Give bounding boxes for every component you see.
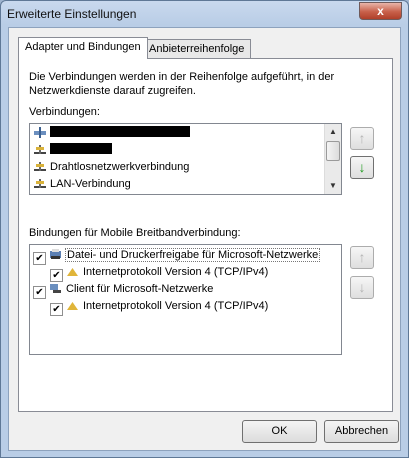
window-title: Erweiterte Einstellungen (7, 7, 137, 21)
connection-move-down-button[interactable]: ↓ (350, 156, 374, 179)
network-adapter-icon (34, 162, 46, 171)
tab-adapter-und-bindungen[interactable]: Adapter und Bindungen (18, 37, 148, 59)
connection-label: LAN-Verbindung (50, 178, 131, 190)
binding-label: Internetprotokoll Version 4 (TCP/IPv4) (83, 300, 269, 312)
tab-label: Anbieterreihenfolge (149, 43, 245, 55)
protocol-icon (67, 268, 78, 276)
ok-button-label: OK (271, 425, 288, 437)
connections-scrollbar[interactable]: ▲ ▼ (324, 124, 341, 194)
arrow-down-icon: ↓ (358, 159, 366, 175)
close-icon: x (377, 4, 384, 18)
binding-move-down-button[interactable]: ↓ (350, 276, 374, 299)
redacted-connection-name (50, 126, 190, 137)
connection-label: Drahtlosnetzwerkverbindung (50, 161, 190, 173)
file-printer-sharing-icon (50, 249, 61, 259)
list-item[interactable]: ✔ Internetprotokoll Version 4 (TCP/IPv4) (50, 298, 269, 316)
close-button[interactable]: x (359, 2, 402, 20)
arrow-up-icon: ↑ (358, 130, 366, 146)
dialog-client-area: Adapter und Bindungen Anbieterreihenfolg… (8, 27, 401, 451)
connections-label: Verbindungen: (29, 106, 100, 118)
connection-move-up-button[interactable]: ↑ (350, 127, 374, 150)
binding-label: Client für Microsoft-Netzwerke (66, 283, 214, 295)
dialog-window: Erweiterte Einstellungen x Adapter und B… (0, 0, 409, 458)
list-item[interactable] (33, 125, 190, 142)
tab-panel: Die Verbindungen werden in der Reihenfol… (18, 58, 393, 412)
cancel-button-label: Abbrechen (334, 425, 389, 437)
network-adapter-icon (34, 179, 46, 188)
list-item[interactable]: ✔ Datei- und Druckerfreigabe für Microsof… (33, 247, 321, 265)
binding-checkbox[interactable]: ✔ (33, 252, 46, 265)
cancel-button[interactable]: Abbrechen (324, 420, 399, 443)
binding-move-up-button[interactable]: ↑ (350, 246, 374, 269)
list-item[interactable]: Drahtlosnetzwerkverbindung (33, 159, 189, 176)
scroll-thumb[interactable] (326, 141, 340, 161)
bindings-list[interactable]: ✔ Datei- und Druckerfreigabe für Microsof… (29, 244, 342, 355)
connections-list[interactable]: Drahtlosnetzwerkverbindung LAN-Verbindun… (29, 123, 342, 195)
arrow-up-icon: ↑ (358, 249, 366, 265)
arrow-down-icon: ↓ (358, 279, 366, 295)
binding-checkbox[interactable]: ✔ (50, 303, 63, 316)
tab-label: Adapter und Bindungen (25, 41, 141, 53)
ok-button[interactable]: OK (242, 420, 317, 443)
network-client-icon (50, 284, 61, 293)
list-item[interactable]: LAN-Verbindung (33, 176, 131, 193)
network-adapter-icon (34, 127, 46, 138)
tab-anbieterreihenfolge[interactable]: Anbieterreihenfolge (142, 39, 252, 59)
binding-checkbox[interactable]: ✔ (33, 286, 46, 299)
list-item[interactable]: ✔ Client für Microsoft-Netzwerke (33, 281, 214, 299)
list-item[interactable] (33, 142, 112, 159)
description-text: Die Verbindungen werden in der Reihenfol… (29, 71, 335, 97)
scroll-down-icon[interactable]: ▼ (325, 178, 341, 194)
title-bar[interactable]: Erweiterte Einstellungen x (1, 1, 408, 27)
binding-label: Internetprotokoll Version 4 (TCP/IPv4) (83, 266, 269, 278)
protocol-icon (67, 302, 78, 310)
list-item[interactable]: ✔ Internetprotokoll Version 4 (TCP/IPv4) (50, 264, 269, 282)
network-adapter-icon (34, 145, 46, 154)
binding-label: Datei- und Druckerfreigabe für Microsoft… (64, 248, 321, 262)
scroll-up-icon[interactable]: ▲ (325, 124, 341, 140)
bindings-label: Bindungen für Mobile Breitbandverbindung… (29, 227, 241, 239)
redacted-connection-name (50, 143, 112, 154)
